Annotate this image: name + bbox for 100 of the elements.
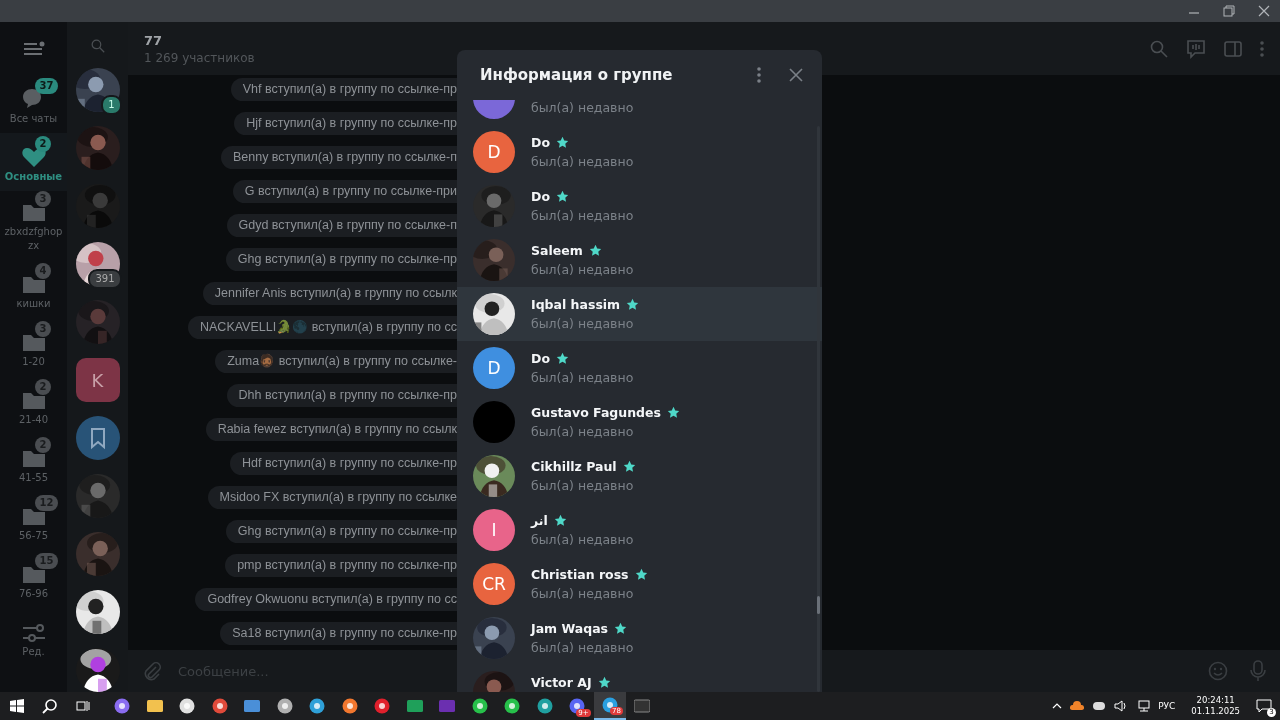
last-seen: был(а) недавно — [531, 208, 634, 223]
member-name: Do — [531, 135, 550, 150]
last-seen: был(а) недавно — [531, 586, 635, 601]
letter-avatar: D — [473, 347, 515, 389]
app-icon — [179, 698, 196, 714]
app-icon — [374, 698, 391, 714]
service-message: Zuma🧔🏾 вступил(а) в группу по ссылке- — [215, 350, 457, 373]
cloud-icon[interactable] — [1070, 701, 1085, 711]
app-icon — [504, 698, 521, 714]
member-name: Jam Waqas — [531, 621, 609, 636]
service-message: Sa18 вступил(а) в группу по ссылке-пр — [220, 622, 457, 645]
last-seen: был(а) недавно — [531, 478, 635, 493]
letter-avatar: I — [473, 509, 515, 551]
menu-icon[interactable] — [22, 40, 45, 57]
restore-icon[interactable] — [1223, 5, 1235, 17]
unread-badge: 391 — [88, 269, 122, 289]
network-icon[interactable] — [1136, 700, 1151, 712]
app-icon — [439, 699, 456, 713]
bookmark-icon[interactable] — [75, 416, 120, 460]
service-message: Vhf вступил(а) в группу по ссылке-пр — [230, 78, 457, 101]
service-message: NACKAVELLI🐊🌑 вступил(а) в группу по сс — [188, 316, 457, 339]
member-row[interactable]: был(а) недавно — [457, 100, 822, 125]
sliders-icon — [21, 623, 46, 643]
member-row[interactable]: Saleem был(а) недавно — [457, 233, 822, 287]
unread-badge: 1 — [101, 95, 122, 115]
service-message: pmp вступил(а) в группу по ссылке-пр — [225, 554, 457, 577]
member-row[interactable]: Iqbal hassim был(а) недавно — [457, 287, 822, 341]
more-icon[interactable] — [757, 67, 761, 83]
member-row[interactable]: Jam Waqas был(а) недавно — [457, 611, 822, 665]
chevron-up-icon[interactable] — [1052, 702, 1063, 710]
member-row[interactable]: D Do был(а) недавно — [457, 125, 822, 179]
app-icon — [634, 699, 651, 713]
close-icon[interactable] — [789, 68, 803, 82]
service-message: Godfrey Okwuonu вступил(а) в группу по сс — [195, 588, 457, 611]
app-icon — [536, 698, 553, 714]
app-icon — [211, 698, 228, 714]
chat-title: 77 — [144, 32, 164, 48]
unread-badge: 37 — [34, 78, 59, 94]
member-name: Do — [531, 189, 550, 204]
service-message: Ghg вступил(а) в группу по ссылке-пр — [225, 520, 457, 543]
letter-avatar: D — [473, 131, 515, 173]
member-name: Do — [531, 351, 550, 366]
folder-tab[interactable]: Ред. — [0, 608, 67, 666]
close-icon[interactable] — [1258, 5, 1270, 17]
member-name: Gustavo Fagundes — [531, 405, 661, 420]
folder-tab[interactable]: 2 Основные — [0, 133, 67, 191]
app-icon — [114, 698, 131, 714]
app-icon — [276, 698, 293, 714]
member-name: انر — [531, 513, 548, 528]
last-seen: был(а) недавно — [531, 100, 634, 115]
member-name: Iqbal hassim — [531, 297, 621, 312]
gamepad-icon[interactable] — [1092, 701, 1107, 711]
app-icon — [309, 698, 326, 714]
speaker-icon[interactable] — [1114, 700, 1129, 712]
last-seen: был(а) недавно — [531, 154, 634, 169]
app-icon — [569, 698, 586, 714]
service-message: Hjf вступил(а) в группу по ссылке-пр — [234, 112, 457, 135]
heart-icon — [20, 146, 47, 168]
service-message: Jennifer Anis вступил(а) в группу по ссылк — [202, 282, 457, 305]
member-row[interactable]: CR Christian ross был(а) недавно — [457, 557, 822, 611]
app-icon — [146, 699, 163, 713]
last-seen: был(а) недавно — [531, 370, 634, 385]
app-icon — [244, 699, 261, 713]
letter-avatar: CR — [473, 563, 515, 605]
unread-badge: 2 — [34, 136, 52, 152]
search-icon[interactable] — [42, 698, 58, 714]
last-seen: был(а) недавно — [531, 316, 635, 331]
app-icon — [341, 698, 358, 714]
task-view-icon[interactable] — [76, 699, 90, 713]
chat-avatar[interactable]: 1 — [75, 68, 120, 112]
member-name: Cikhillz Paul — [531, 459, 617, 474]
service-message: G вступил(а) в группу по ссылке-при — [232, 180, 457, 203]
member-row[interactable]: D Do был(а) недавно — [457, 341, 822, 395]
member-row[interactable]: Gustavo Fagundes был(а) недавно — [457, 395, 822, 449]
windows-start-icon[interactable] — [10, 699, 24, 713]
chat-avatar[interactable]: 391 — [75, 242, 120, 286]
member-name: Christian ross — [531, 567, 629, 582]
language-indicator[interactable]: РУС — [1158, 701, 1176, 711]
service-message: Benny вступил(а) в группу по ссылке-п — [220, 146, 457, 169]
service-message: Dhh вступил(а) в группу по ссылке-пр — [226, 384, 457, 407]
last-seen: был(а) недавно — [531, 640, 634, 655]
member-row[interactable]: Do был(а) недавно — [457, 179, 822, 233]
app-icon — [471, 698, 488, 714]
member-count: 1 269 участников — [144, 50, 256, 65]
member-name: Victor AJ — [531, 675, 592, 690]
member-name: Saleem — [531, 243, 583, 258]
panel-title: Информация о группе — [480, 66, 674, 84]
scrollbar-thumb[interactable] — [817, 596, 820, 614]
service-message: Hdf вступил(а) в группу по ссылке-пр — [230, 452, 457, 475]
last-seen: был(а) недавно — [531, 424, 635, 439]
service-message: Msidoo FX вступил(а) в группу по ссылке — [207, 486, 457, 509]
app-icon — [406, 699, 423, 713]
folder-tab[interactable]: 37 Все чаты — [0, 75, 67, 133]
service-message: Rabia fewez вступил(а) в группу по ссылк — [205, 418, 457, 441]
last-seen: был(а) недавно — [531, 532, 634, 547]
service-message: Gdyd вступил(а) в группу по ссылке-п — [226, 214, 457, 237]
clock[interactable]: 20:24:11 01.11.2025 — [1191, 695, 1240, 717]
member-row[interactable]: Cikhillz Paul был(а) недавно — [457, 449, 822, 503]
last-seen: был(а) недавно — [531, 262, 634, 277]
chat-avatar[interactable]: K — [75, 358, 120, 402]
